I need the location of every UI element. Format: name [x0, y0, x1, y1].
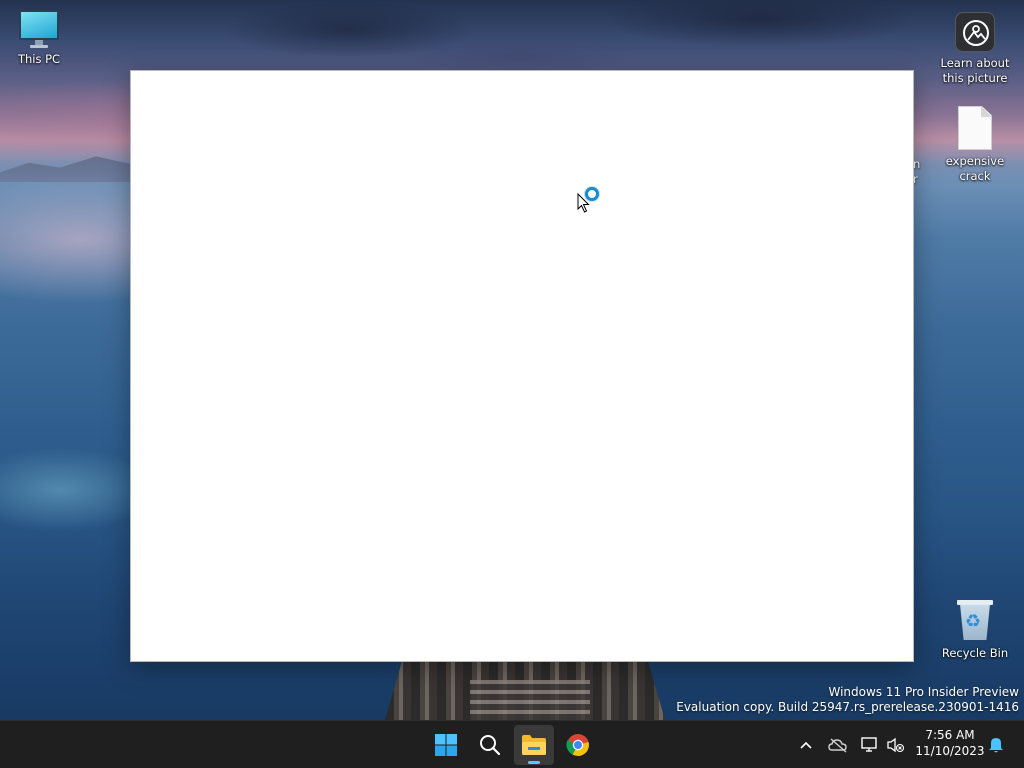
- chevron-up-icon: [800, 741, 812, 749]
- active-app-indicator: [528, 761, 540, 764]
- file-icon: [958, 106, 992, 150]
- busy-spinner-icon: [585, 187, 599, 201]
- clock-date: 11/10/2023: [915, 744, 985, 758]
- watermark-build: Evaluation copy. Build 25947.rs_prerelea…: [676, 700, 1019, 714]
- learn-about-picture-icon: [955, 12, 995, 52]
- search-icon: [480, 735, 501, 756]
- chrome-button[interactable]: [558, 725, 598, 765]
- network-status[interactable]: [860, 735, 880, 755]
- volume-muted-icon: [887, 737, 905, 753]
- onedrive-icon: [828, 738, 847, 753]
- taskbar-clock[interactable]: 7:56 AM 11/10/2023: [912, 727, 988, 759]
- file-explorer-icon: [522, 735, 546, 755]
- desktop-icon-label: This PC: [17, 52, 61, 66]
- desktop-icon-label: Learn about this picture: [940, 56, 1010, 85]
- clock-time: 7:56 AM: [925, 728, 975, 742]
- monitor-icon: [19, 10, 59, 48]
- onedrive-status[interactable]: [828, 735, 848, 755]
- desktop-icon-this-pc[interactable]: This PC: [0, 10, 79, 67]
- desktop-icon-expensive-crack[interactable]: expensive crack: [935, 106, 1015, 184]
- desktop-icon-recycle-bin[interactable]: ♻ Recycle Bin: [935, 598, 1015, 661]
- recycle-bin-icon: ♻: [956, 598, 994, 642]
- show-hidden-icons-button[interactable]: [796, 735, 816, 755]
- watermark-edition: Windows 11 Pro Insider Preview: [828, 685, 1019, 699]
- notifications-button[interactable]: [986, 735, 1006, 755]
- loading-window[interactable]: [130, 70, 914, 662]
- start-button[interactable]: [426, 725, 466, 765]
- desktop-icon-learn-about-picture[interactable]: Learn about this picture: [935, 12, 1015, 86]
- evaluation-watermark: Windows 11 Pro Insider Preview Evaluatio…: [676, 685, 1019, 715]
- search-button[interactable]: [470, 725, 510, 765]
- windows-start-icon: [435, 734, 457, 756]
- wallpaper-pier-slats: [470, 680, 590, 720]
- obscured-desktop-label: n r: [913, 157, 921, 186]
- chrome-icon: [566, 734, 589, 756]
- network-icon: [861, 737, 877, 752]
- volume-status[interactable]: [886, 735, 906, 755]
- desktop-icon-label: Recycle Bin: [941, 646, 1009, 660]
- desktop-icon-label: expensive crack: [945, 154, 1005, 183]
- notification-bell-icon: [989, 738, 1003, 753]
- file-explorer-button[interactable]: [514, 725, 554, 765]
- taskbar: [0, 720, 1024, 768]
